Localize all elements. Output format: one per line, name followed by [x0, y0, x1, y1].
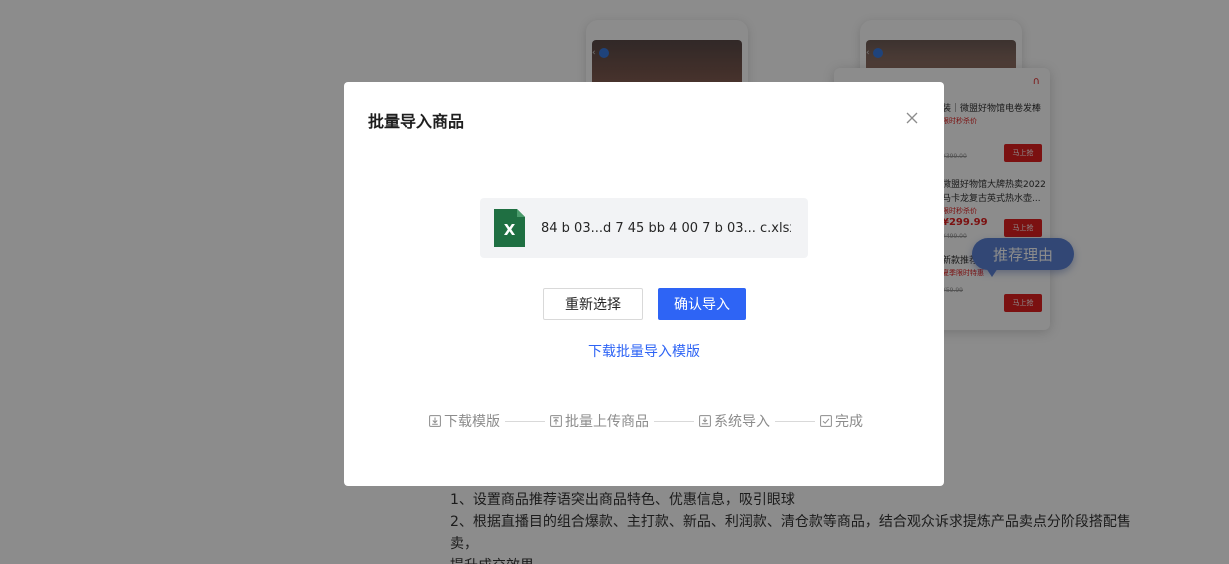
close-icon	[906, 112, 918, 124]
modal-title: 批量导入商品	[368, 112, 465, 131]
download-icon	[429, 415, 441, 427]
reselect-button[interactable]: 重新选择	[543, 288, 643, 320]
close-button[interactable]	[900, 108, 924, 128]
step-batch-upload: 批量上传商品	[550, 411, 649, 431]
step-connector	[775, 420, 815, 422]
check-icon	[820, 415, 832, 427]
import-steps: 下载模版 批量上传商品 系统导入 完成	[429, 411, 863, 431]
step-label: 系统导入	[714, 414, 770, 430]
confirm-import-button[interactable]: 确认导入	[658, 288, 746, 320]
step-system-import: 系统导入	[699, 411, 770, 431]
step-label: 下载模版	[444, 414, 500, 430]
step-download-template: 下载模版	[429, 411, 500, 431]
file-name: 84 b 03...d 7 45 bb 4 00 7 b 03... c.xls…	[541, 220, 791, 236]
batch-import-modal: 批量导入商品 X 84 b 03...d 7 45 bb 4 00 7 b 03…	[344, 82, 944, 486]
selected-file-box: X 84 b 03...d 7 45 bb 4 00 7 b 03... c.x…	[480, 198, 808, 258]
step-connector	[654, 420, 694, 422]
download-template-row: 下载批量导入模版	[344, 341, 944, 361]
svg-text:X: X	[504, 221, 516, 239]
excel-file-icon: X	[494, 209, 525, 247]
import-icon	[699, 415, 711, 427]
step-label: 批量上传商品	[565, 414, 649, 430]
download-template-link[interactable]: 下载批量导入模版	[588, 344, 700, 360]
upload-icon	[550, 415, 562, 427]
step-label: 完成	[835, 414, 863, 430]
step-connector	[505, 420, 545, 422]
step-complete: 完成	[820, 411, 863, 431]
